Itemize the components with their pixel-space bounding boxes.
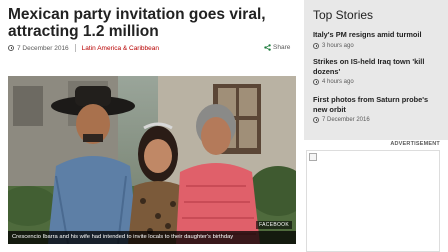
share-button[interactable]: Share (264, 44, 290, 51)
article-headline: Mexican party invitation goes viral, att… (8, 6, 266, 40)
advertisement-label: ADVERTISEMENT (390, 141, 440, 147)
story-time: 7 December 2016 (313, 117, 443, 123)
top-stories-title: Top Stories (313, 8, 374, 22)
top-story-item[interactable]: First photos from Saturn probe's new orb… (313, 95, 443, 123)
story-time-text: 3 hours ago (322, 42, 354, 49)
clock-icon (8, 45, 14, 51)
top-story-item[interactable]: Strikes on IS-held Iraq town 'kill dozen… (313, 57, 443, 85)
article-meta: 7 December 2016 Latin America & Caribbea… (8, 44, 159, 52)
clock-icon (313, 42, 319, 49)
article-main: Mexican party invitation goes viral, att… (0, 0, 300, 252)
share-label: Share (273, 44, 291, 51)
story-time-text: 4 hours ago (322, 79, 354, 85)
advertisement-slot[interactable] (306, 150, 440, 252)
meta-divider (74, 44, 76, 52)
story-time-text: 7 December 2016 (322, 117, 370, 123)
share-icon (264, 44, 271, 51)
story-time: 3 hours ago (313, 42, 443, 49)
family-photo-image (8, 76, 296, 244)
image-credit: FACEBOOK (256, 221, 292, 229)
story-title[interactable]: Strikes on IS-held Iraq town 'kill dozen… (313, 57, 443, 76)
broken-image-icon (309, 153, 317, 161)
top-story-item[interactable]: Italy's PM resigns amid turmoil 3 hours … (313, 30, 443, 49)
article-category-link[interactable]: Latin America & Caribbean (82, 45, 159, 52)
clock-icon (313, 79, 319, 85)
clock-icon (313, 117, 319, 123)
image-caption: Crescencio Ibarra and his wife had inten… (8, 231, 296, 244)
top-stories-panel: Top Stories Italy's PM resigns amid turm… (304, 0, 448, 140)
story-title[interactable]: First photos from Saturn probe's new orb… (313, 95, 443, 114)
story-title[interactable]: Italy's PM resigns amid turmoil (313, 30, 443, 40)
article-date: 7 December 2016 (17, 44, 69, 52)
article-photo: FACEBOOK Crescencio Ibarra and his wife … (8, 76, 296, 244)
story-time: 4 hours ago (313, 79, 443, 85)
